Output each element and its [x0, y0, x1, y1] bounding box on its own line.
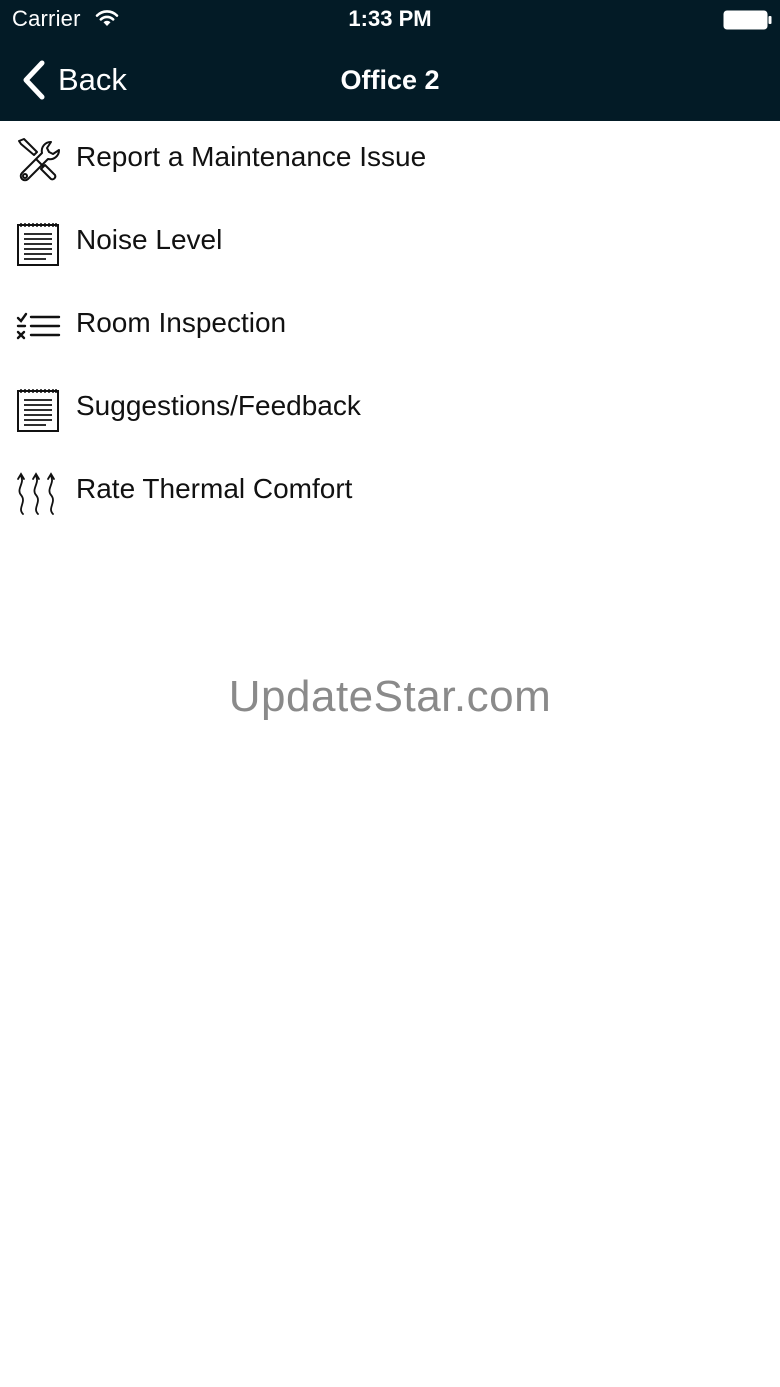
watermark-text: UpdateStar.com [228, 672, 552, 721]
menu-item-rate-thermal-comfort[interactable]: Rate Thermal Comfort [0, 453, 780, 536]
menu-item-room-inspection[interactable]: Room Inspection [0, 287, 780, 370]
menu-item-label: Report a Maintenance Issue [76, 141, 427, 172]
status-time: 1:33 PM [348, 6, 432, 31]
notepad-icon [12, 384, 64, 436]
page-title: Office 2 [340, 65, 440, 95]
checklist-icon [12, 301, 64, 353]
menu-item-noise-level[interactable]: Noise Level [0, 204, 780, 287]
tools-icon [12, 135, 64, 187]
menu-item-label: Suggestions/Feedback [76, 390, 361, 421]
navigation-bar: Back Office 2 [0, 40, 780, 121]
menu-item-label: Rate Thermal Comfort [76, 473, 353, 504]
menu-item-suggestions-feedback[interactable]: Suggestions/Feedback [0, 370, 780, 453]
menu-item-report-maintenance[interactable]: Report a Maintenance Issue [0, 121, 780, 204]
menu-list: Report a Maintenance Issue Noise Level R… [0, 121, 780, 536]
menu-item-label: Room Inspection [76, 307, 287, 338]
top-bar: Carrier 1:33 PM Back Office 2 [0, 0, 780, 121]
menu-item-label: Noise Level [76, 224, 223, 255]
battery-icon [723, 10, 772, 30]
status-bar: Carrier 1:33 PM [0, 0, 780, 40]
heat-waves-icon [12, 467, 64, 519]
notepad-icon [12, 218, 64, 270]
